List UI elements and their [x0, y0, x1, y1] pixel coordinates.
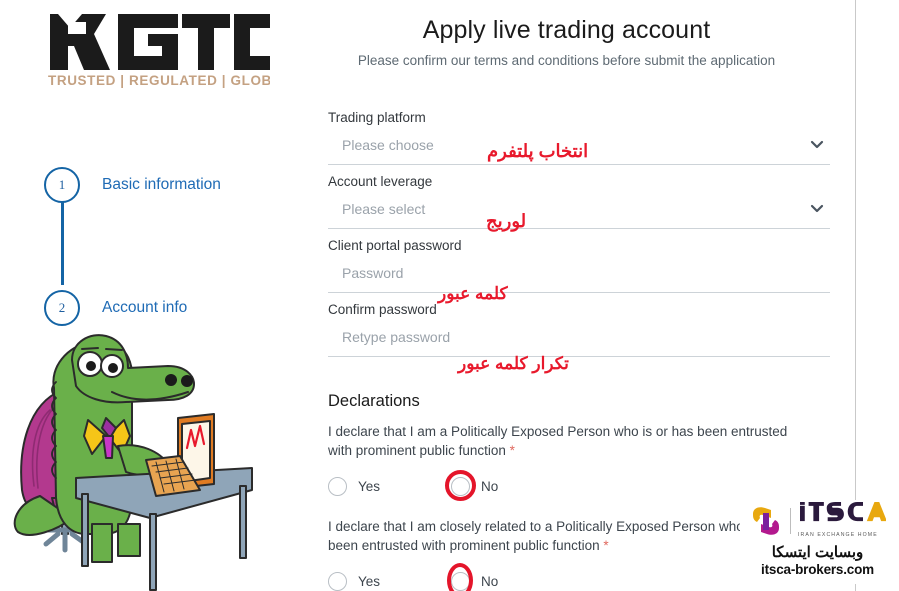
annotation-client-portal-password: کلمه عبور: [438, 284, 508, 303]
required-marker: *: [603, 538, 609, 553]
page-subtitle: Please confirm our terms and conditions …: [357, 53, 776, 68]
input-placeholder: Password: [342, 265, 404, 281]
field-label: Confirm password: [328, 302, 437, 317]
field-label: Client portal password: [328, 238, 462, 253]
radio-label: Yes: [358, 478, 381, 494]
radio-label: Yes: [358, 573, 381, 589]
radio-label: No: [481, 573, 499, 589]
annotation-trading-platform: انتخاب پلتفرم: [487, 141, 589, 161]
select-placeholder: Please select: [342, 201, 426, 217]
step-label: Basic information: [102, 176, 221, 193]
radio-declaration-1-no[interactable]: No: [445, 469, 499, 501]
account-leverage-select[interactable]: Please select: [328, 198, 830, 229]
step-number: 1: [58, 177, 66, 192]
radio-declaration-2-no[interactable]: No: [447, 562, 499, 591]
crocodile-mascot-illustration: [0, 318, 300, 591]
annotation-account-leverage: لوریج: [486, 211, 527, 231]
page-title: Apply live trading account: [422, 16, 711, 44]
stepper-connector-line: [61, 202, 64, 285]
required-marker: *: [509, 443, 515, 458]
rgtc-logo: TRUSTED | REGULATED | GLOBAL: [44, 8, 270, 90]
watermark-wordmark: IRAN EXCHANGE HOME: [798, 501, 886, 541]
declaration-text-1: I declare that I am a Politically Expose…: [328, 422, 806, 460]
watermark-separator: [790, 508, 791, 534]
client-portal-password-input[interactable]: Password: [328, 262, 830, 293]
declarations-heading: Declarations: [328, 392, 420, 410]
declaration-1-radio-group: Yes No: [328, 469, 828, 501]
radio-indicator[interactable]: [328, 571, 347, 591]
field-label: Trading platform: [328, 110, 426, 125]
step-number: 2: [58, 300, 66, 315]
declaration-statement: I declare that I am a Politically Expose…: [328, 424, 788, 458]
declaration-statement: I declare that I am closely related to a…: [328, 519, 799, 553]
field-confirm-password: Confirm password Retype password: [328, 302, 830, 357]
application-page: TRUSTED | REGULATED | GLOBAL 1 Basic inf…: [0, 0, 899, 591]
radio-declaration-2-yes[interactable]: Yes: [328, 571, 381, 591]
watermark-persian-text: وبسایت ایتسکا: [771, 544, 864, 561]
watermark-tagline: IRAN EXCHANGE HOME: [798, 531, 878, 538]
radio-declaration-1-yes[interactable]: Yes: [328, 476, 381, 496]
field-client-portal-password: Client portal password Password: [328, 238, 830, 293]
progress-stepper: 1 Basic information 2 Account info: [44, 165, 294, 328]
radio-indicator[interactable]: [451, 476, 471, 496]
step-number-badge: 2: [44, 290, 80, 326]
step-label: Account info: [102, 299, 188, 316]
radio-indicator[interactable]: [328, 476, 347, 496]
step-number-badge: 1: [44, 167, 80, 203]
declaration-text-2: I declare that I am closely related to a…: [328, 517, 806, 555]
radio-indicator[interactable]: [451, 571, 471, 591]
itsca-mark-icon: [749, 504, 783, 538]
itsca-watermark: IRAN EXCHANGE HOME وبسایت ایتسکا itsca-b…: [740, 500, 895, 584]
rgtc-tagline: TRUSTED | REGULATED | GLOBAL: [48, 73, 270, 88]
confirm-password-input[interactable]: Retype password: [328, 326, 830, 357]
watermark-logo: IRAN EXCHANGE HOME: [740, 500, 895, 542]
application-form: Trading platform Please choose Account l…: [328, 110, 830, 372]
radio-label: No: [481, 478, 499, 494]
watermark-url: itsca-brokers.com: [761, 562, 874, 577]
sidebar-item-basic-information[interactable]: 1 Basic information: [44, 165, 294, 205]
annotation-confirm-password: تکرار کلمه عبور: [458, 354, 569, 373]
chevron-down-icon[interactable]: [810, 201, 824, 215]
field-label: Account leverage: [328, 174, 433, 189]
input-placeholder: Retype password: [342, 329, 451, 345]
chevron-down-icon[interactable]: [810, 137, 824, 151]
field-account-leverage: Account leverage Please select: [328, 174, 830, 229]
stepper-spacer: [44, 205, 294, 288]
left-sidebar: TRUSTED | REGULATED | GLOBAL 1 Basic inf…: [0, 0, 310, 591]
select-placeholder: Please choose: [342, 137, 434, 153]
